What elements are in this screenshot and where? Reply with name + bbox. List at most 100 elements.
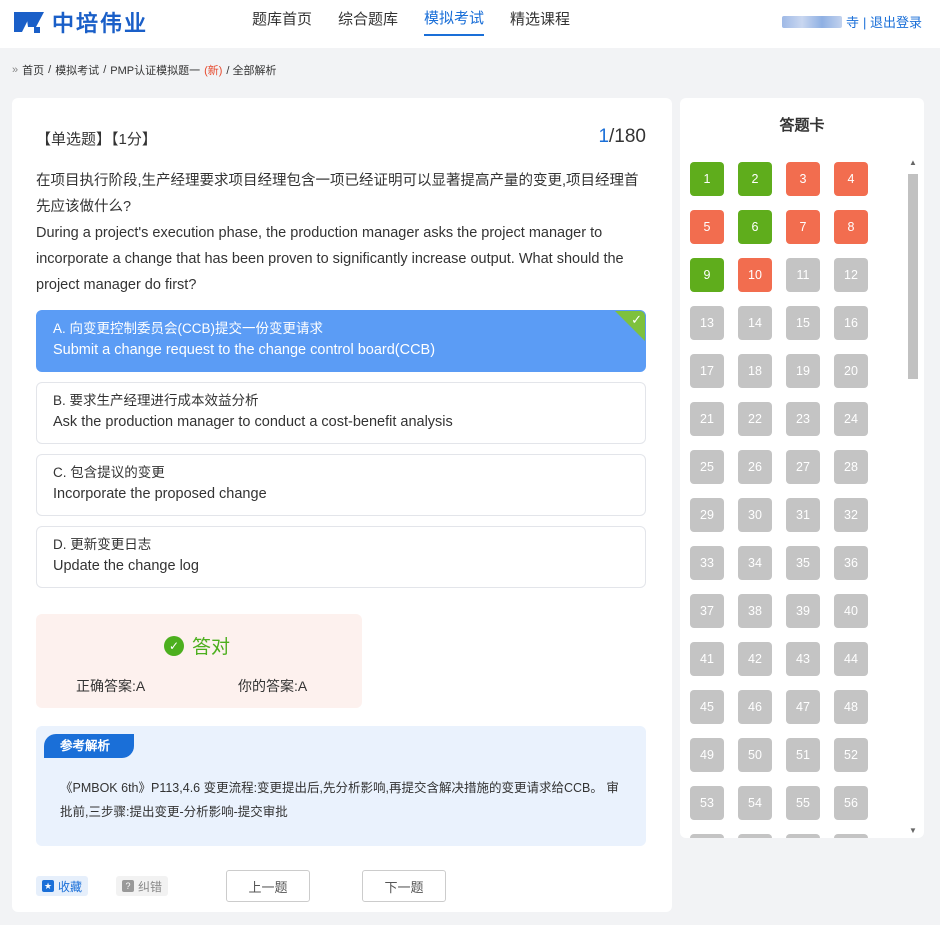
answer-card-cell[interactable]: 19 [786, 354, 820, 388]
answer-card-cell[interactable]: 39 [786, 594, 820, 628]
answer-card-cell[interactable]: 34 [738, 546, 772, 580]
option-b[interactable]: B. 要求生产经理进行成本效益分析 Ask the production man… [36, 382, 646, 444]
answer-card-cell[interactable]: 24 [834, 402, 868, 436]
answer-card-cell[interactable]: 23 [786, 402, 820, 436]
scroll-down-icon[interactable]: ▼ [906, 824, 920, 838]
answer-card-cell[interactable]: 41 [690, 642, 724, 676]
main-nav: 题库首页 综合题库 模拟考试 精选课程 [252, 0, 570, 48]
answer-card-cell[interactable]: 6 [738, 210, 772, 244]
answer-card-cell[interactable]: 54 [738, 786, 772, 820]
answer-card-scrollbar[interactable]: ▲ ▼ [906, 156, 920, 838]
answer-card-cell[interactable]: 12 [834, 258, 868, 292]
nav-question-bank-home[interactable]: 题库首页 [252, 0, 312, 40]
answer-card-cell[interactable]: 57 [690, 834, 724, 838]
answer-card-cell[interactable]: 59 [786, 834, 820, 838]
answer-card-cell[interactable]: 53 [690, 786, 724, 820]
answer-card-cell[interactable]: 38 [738, 594, 772, 628]
answer-card-cell[interactable]: 49 [690, 738, 724, 772]
answer-card-cell[interactable]: 5 [690, 210, 724, 244]
answer-card-cell[interactable]: 22 [738, 402, 772, 436]
option-d[interactable]: D. 更新变更日志 Update the change log [36, 526, 646, 588]
answer-card-cell[interactable]: 20 [834, 354, 868, 388]
answer-card-cell[interactable]: 37 [690, 594, 724, 628]
current-question-number: 1 [598, 126, 610, 147]
breadcrumb-exam[interactable]: PMP认证模拟题一 [110, 62, 200, 78]
nav-mock-exam[interactable]: 模拟考试 [424, 0, 485, 36]
logo-text: 中培伟业 [52, 11, 149, 36]
question-panel: 【单选题】【1分】 1/180 在项目执行阶段,生产经理要求项目经理包含一项已经… [12, 98, 672, 912]
logout-link[interactable]: | 退出登录 [863, 12, 922, 31]
answer-card-cell[interactable]: 11 [786, 258, 820, 292]
answer-card-cell[interactable]: 7 [786, 210, 820, 244]
username-suffix[interactable]: 寺 [846, 12, 859, 31]
answer-card-cell[interactable]: 25 [690, 450, 724, 484]
answer-card-cell[interactable]: 50 [738, 738, 772, 772]
answer-card-cell[interactable]: 8 [834, 210, 868, 244]
answer-card-cell[interactable]: 16 [834, 306, 868, 340]
answer-card-cell[interactable]: 40 [834, 594, 868, 628]
answer-card-cell[interactable]: 4 [834, 162, 868, 196]
answer-card-cell[interactable]: 36 [834, 546, 868, 580]
option-c[interactable]: C. 包含提议的变更 Incorporate the proposed chan… [36, 454, 646, 516]
action-bar: ★ 收藏 ? 纠错 上一题 下一题 [36, 870, 646, 902]
scroll-thumb[interactable] [908, 174, 918, 379]
answer-card-cell[interactable]: 29 [690, 498, 724, 532]
question-text-cn: 在项目执行阶段,生产经理要求项目经理包含一项已经证明可以显著提高产量的变更,项目… [36, 173, 639, 215]
breadcrumb: » 首页 / 模拟考试 / PMP认证模拟题一 (新) / 全部解析 [12, 62, 277, 78]
result-title: ✓ 答对 [164, 632, 230, 659]
site-logo[interactable]: 中培伟业 [12, 8, 148, 36]
answer-card-cell[interactable]: 21 [690, 402, 724, 436]
answer-card-cell[interactable]: 46 [738, 690, 772, 724]
answer-card-cell[interactable]: 18 [738, 354, 772, 388]
answer-card-cell[interactable]: 27 [786, 450, 820, 484]
answer-card-cell[interactable]: 51 [786, 738, 820, 772]
report-error-button[interactable]: ? 纠错 [116, 876, 169, 896]
answer-card-cell[interactable]: 43 [786, 642, 820, 676]
question-text-en: During a project's execution phase, the … [36, 225, 624, 293]
breadcrumb-sep: / [103, 64, 107, 76]
answer-card-cell[interactable]: 2 [738, 162, 772, 196]
answer-card-cell[interactable]: 31 [786, 498, 820, 532]
answer-card-cell[interactable]: 48 [834, 690, 868, 724]
answer-card-cell[interactable]: 58 [738, 834, 772, 838]
result-box: ✓ 答对 正确答案:A 你的答案:A [36, 614, 362, 708]
answer-card-cell[interactable]: 44 [834, 642, 868, 676]
answer-card-cell[interactable]: 14 [738, 306, 772, 340]
favorite-button[interactable]: ★ 收藏 [36, 876, 89, 896]
answer-card-cell[interactable]: 13 [690, 306, 724, 340]
answer-card-cell[interactable]: 3 [786, 162, 820, 196]
next-question-button[interactable]: 下一题 [362, 870, 446, 902]
prev-question-button[interactable]: 上一题 [226, 870, 310, 902]
answer-card-cell[interactable]: 60 [834, 834, 868, 838]
answer-card-cell[interactable]: 1 [690, 162, 724, 196]
star-icon: ★ [42, 880, 54, 892]
answer-card-cell[interactable]: 42 [738, 642, 772, 676]
check-circle-icon: ✓ [164, 635, 184, 656]
answer-card-cell[interactable]: 10 [738, 258, 772, 292]
answer-card-cell[interactable]: 35 [786, 546, 820, 580]
answer-card-cell[interactable]: 26 [738, 450, 772, 484]
answer-card-cell[interactable]: 30 [738, 498, 772, 532]
answer-card-cell[interactable]: 33 [690, 546, 724, 580]
answer-card-cell[interactable]: 32 [834, 498, 868, 532]
answer-card-cell[interactable]: 28 [834, 450, 868, 484]
nav-selected-courses[interactable]: 精选课程 [510, 0, 570, 40]
nav-comprehensive-bank[interactable]: 综合题库 [338, 0, 398, 40]
check-icon: ✓ [631, 312, 642, 327]
answer-card-cell[interactable]: 52 [834, 738, 868, 772]
option-a-en: Submit a change request to the change co… [53, 342, 436, 358]
scroll-up-icon[interactable]: ▲ [906, 156, 920, 170]
answer-card-cell[interactable]: 45 [690, 690, 724, 724]
answer-card-cell[interactable]: 47 [786, 690, 820, 724]
option-a[interactable]: A. 向变更控制委员会(CCB)提交一份变更请求 Submit a change… [36, 310, 646, 372]
breadcrumb-current: / 全部解析 [226, 65, 277, 77]
answer-card-cell[interactable]: 55 [786, 786, 820, 820]
answer-card-cell[interactable]: 17 [690, 354, 724, 388]
answer-card-cell[interactable]: 56 [834, 786, 868, 820]
answer-card: 答题卡 1 2 3 4 5 6 7 8 9 10 11 12 13 14 15 16 17 18 19 20 21 22 2… [680, 98, 924, 838]
breadcrumb-mock-exam[interactable]: 模拟考试 [55, 62, 99, 78]
answer-card-cell[interactable]: 15 [786, 306, 820, 340]
breadcrumb-home[interactable]: 首页 [22, 62, 44, 78]
answer-card-cell[interactable]: 9 [690, 258, 724, 292]
question-counter: 1/180 [598, 126, 646, 148]
